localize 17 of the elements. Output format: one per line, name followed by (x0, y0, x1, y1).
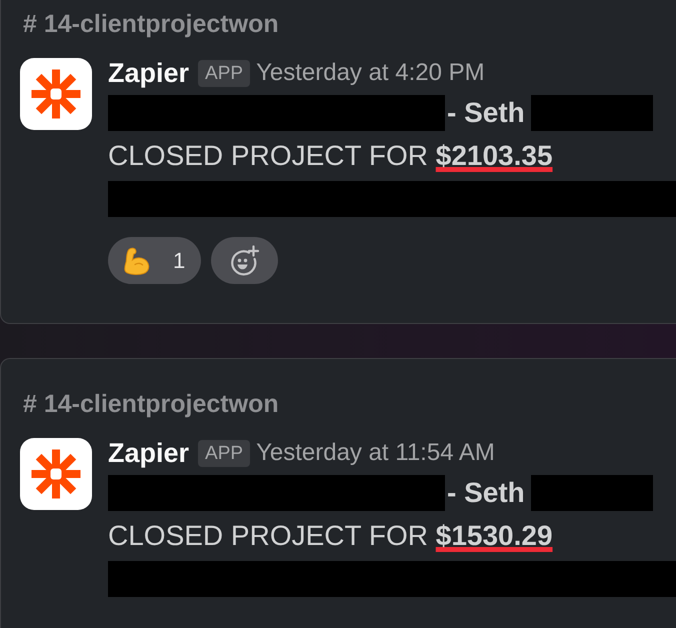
sender-name[interactable]: Zapier (108, 438, 190, 468)
app-badge: APP (198, 440, 250, 466)
channel-name[interactable]: # 14-clientprojectwon (23, 390, 279, 418)
timestamp[interactable]: Yesterday at 11:54 AM (256, 438, 495, 468)
reaction-button[interactable]: 1 (108, 237, 202, 284)
timestamp[interactable]: Yesterday at 4:20 PM (256, 58, 485, 88)
message-text: CLOSED PROJECT FOR $1530.29 (108, 519, 553, 553)
add-reaction-button[interactable] (211, 237, 278, 284)
message-text: CLOSED PROJECT FOR $2103.35 (108, 139, 553, 173)
app-badge: APP (198, 60, 250, 86)
add-emoji-icon (229, 245, 260, 276)
author-name: - Seth (447, 476, 525, 510)
channel-name[interactable]: # 14-clientprojectwon (23, 10, 279, 38)
author-name: - Seth (447, 96, 525, 130)
sender-name[interactable]: Zapier (108, 58, 190, 88)
asterisk-logo-icon[interactable] (20, 58, 92, 130)
asterisk-logo-icon[interactable] (20, 438, 92, 510)
